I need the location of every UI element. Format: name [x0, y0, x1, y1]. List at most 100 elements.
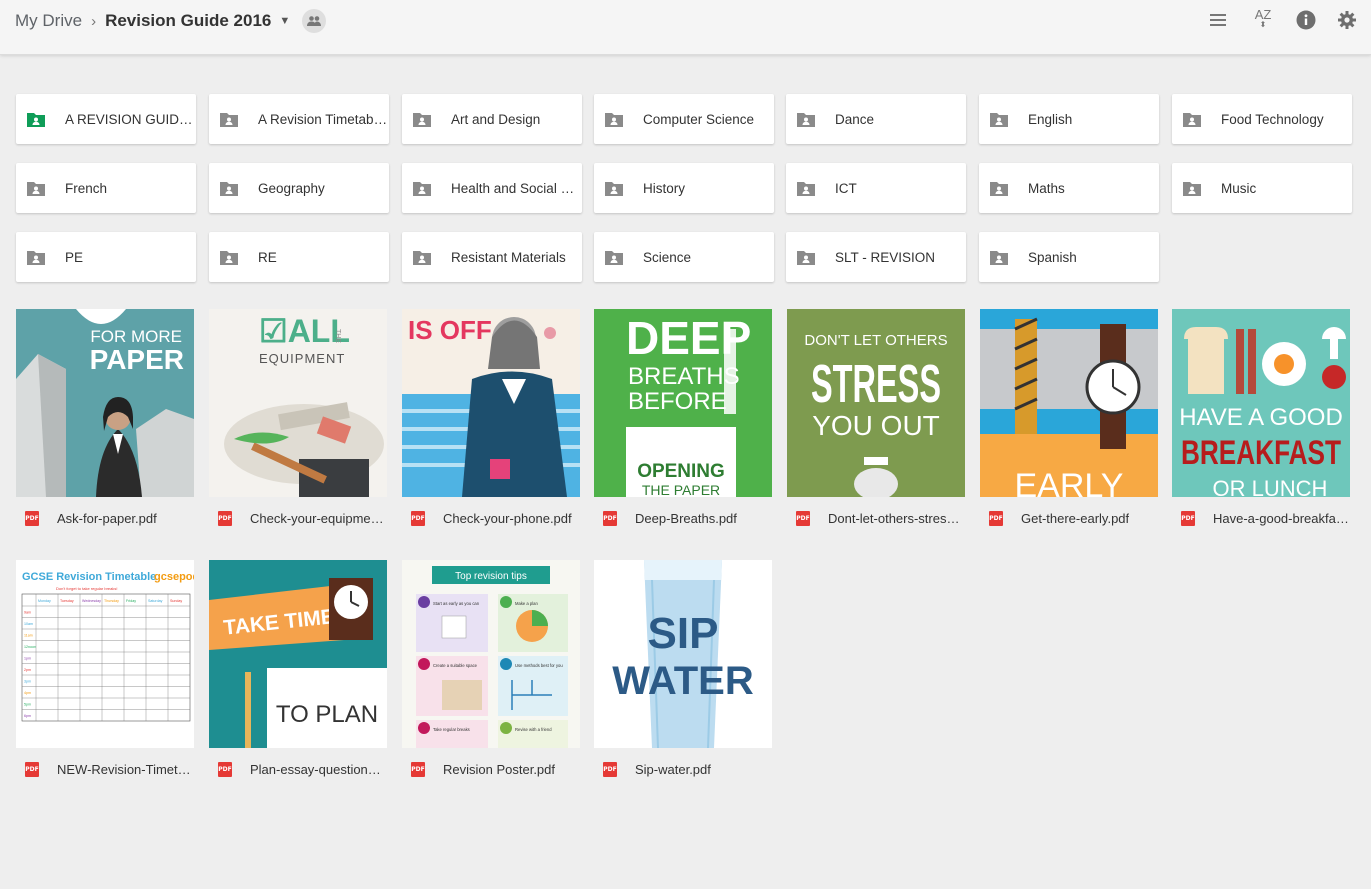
file-thumbnail: GCSE Revision Timetable Don't forget to …: [16, 560, 194, 748]
file-item[interactable]: FOR MORE PAPER PDF Ask-for-paper.pdf: [16, 309, 194, 551]
folder-item[interactable]: Dance: [786, 94, 966, 144]
shared-folder-icon: [27, 113, 45, 127]
folder-item[interactable]: A Revision Timetable...: [209, 94, 389, 144]
file-item[interactable]: EARLY PDF Get-there-early.pdf: [980, 309, 1158, 551]
file-name: Dont-let-others-stress-y...: [828, 510, 965, 526]
file-item[interactable]: TAKE TIME TO PLAN PDF Plan-essay-questio…: [209, 560, 387, 802]
file-item[interactable]: IS OFF PDF Check-your-phone.pdf: [402, 309, 580, 551]
sort-arrow-icon: ⬍: [1259, 20, 1267, 29]
file-item[interactable]: ☑ALL THE EQUIPMENT PDF Check-your-equipm…: [209, 309, 387, 551]
file-item[interactable]: DON'T LET OTHERS STRESS YOU OUT PDF Dont…: [787, 309, 965, 551]
folder-label: English: [1028, 111, 1073, 127]
thumb-text: THE: [334, 329, 341, 343]
file-thumbnail: Top revision tips Start as early as you …: [402, 560, 580, 748]
timetable-time-label: 4pm: [24, 691, 31, 695]
folder-item[interactable]: ICT: [786, 163, 966, 213]
folder-item[interactable]: RE: [209, 232, 389, 282]
settings-icon[interactable]: [1333, 6, 1361, 34]
file-thumbnail: FOR MORE PAPER: [16, 309, 194, 497]
timetable-time-label: 2pm: [24, 668, 31, 672]
shared-folder-icon: [220, 113, 238, 127]
file-item[interactable]: Top revision tips Start as early as you …: [402, 560, 580, 802]
file-thumbnail: IS OFF: [402, 309, 580, 497]
folder-label: Spanish: [1028, 249, 1077, 265]
file-name: Check-your-equipment....: [250, 510, 387, 526]
info-icon[interactable]: [1292, 6, 1320, 34]
folder-item[interactable]: Food Technology: [1172, 94, 1352, 144]
folder-label: Health and Social Ca...: [451, 180, 582, 196]
thumb-text: OPENING: [637, 461, 725, 482]
thumb-text: BEFORE: [628, 388, 727, 415]
thumb-text: Use methods best for you: [515, 663, 563, 668]
folder-label: Computer Science: [643, 111, 755, 127]
folder-item[interactable]: SLT - REVISION: [786, 232, 966, 282]
shared-folder-icon: [413, 113, 431, 127]
folder-item[interactable]: Music: [1172, 163, 1352, 213]
file-item[interactable]: SIP WATER PDF Sip-water.pdf: [594, 560, 772, 802]
thumb-text: Revise with a friend: [515, 727, 552, 732]
sort-az-icon[interactable]: AZ ⬍: [1249, 6, 1277, 34]
file-name-row: PDF Check-your-phone.pdf: [402, 507, 580, 529]
file-item[interactable]: GCSE Revision Timetable Don't forget to …: [16, 560, 194, 802]
folder-item[interactable]: Resistant Materials: [402, 232, 582, 282]
file-name: Plan-essay-questions.p...: [250, 761, 387, 777]
folder-item[interactable]: A REVISION GUIDE F...: [16, 94, 196, 144]
shared-folder-icon: [990, 182, 1008, 196]
folder-item[interactable]: PE: [16, 232, 196, 282]
pdf-icon: PDF: [218, 761, 232, 777]
shared-people-icon[interactable]: [302, 9, 327, 33]
file-name: Revision Poster.pdf: [443, 761, 556, 777]
timetable-time-label: 9am: [24, 611, 31, 615]
list-view-icon[interactable]: [1204, 6, 1232, 34]
thumb-text: gcsepod: [154, 571, 194, 583]
folder-label: French: [65, 180, 108, 196]
folder-item[interactable]: Maths: [979, 163, 1159, 213]
file-name-row: PDF Have-a-good-breakfast....: [1172, 507, 1350, 529]
folder-item[interactable]: Geography: [209, 163, 389, 213]
folder-label: Dance: [835, 111, 875, 127]
timetable-day-label: Tuesday: [60, 599, 74, 603]
folder-item[interactable]: Science: [594, 232, 774, 282]
file-name: Deep-Breaths.pdf: [635, 510, 737, 526]
pdf-icon: PDF: [796, 510, 810, 526]
folder-item[interactable]: Health and Social Ca...: [402, 163, 582, 213]
pdf-icon: PDF: [603, 761, 617, 777]
folder-item[interactable]: Art and Design: [402, 94, 582, 144]
file-item[interactable]: HAVE A GOOD BREAKFAST OR LUNCH PDF Have-…: [1172, 309, 1350, 551]
shared-folder-icon: [413, 251, 431, 265]
shared-folder-icon: [1183, 182, 1201, 196]
breadcrumb-my-drive[interactable]: My Drive: [15, 11, 82, 31]
timetable-day-label: Thursday: [104, 599, 119, 603]
timetable-time-label: 1pm: [24, 657, 31, 661]
file-item[interactable]: DEEP BREATHS BEFORE OPENING THE PAPER PD…: [594, 309, 772, 551]
file-thumbnail: HAVE A GOOD BREAKFAST OR LUNCH: [1172, 309, 1350, 497]
chevron-down-icon[interactable]: ▼: [279, 15, 290, 27]
file-thumbnail: SIP WATER: [594, 560, 772, 748]
file-name-row: PDF Check-your-equipment....: [209, 507, 387, 529]
thumb-text: THE PAPER: [642, 482, 720, 497]
folder-item[interactable]: Computer Science: [594, 94, 774, 144]
timetable-day-label: Friday: [126, 599, 136, 603]
folder-label: Science: [643, 249, 692, 265]
folder-item[interactable]: English: [979, 94, 1159, 144]
shared-folder-icon: [990, 113, 1008, 127]
folder-label: Food Technology: [1221, 111, 1324, 127]
file-name: Sip-water.pdf: [635, 761, 711, 777]
folder-item[interactable]: Spanish: [979, 232, 1159, 282]
folder-item[interactable]: History: [594, 163, 774, 213]
thumb-text: EQUIPMENT: [259, 351, 345, 366]
thumb-text: HAVE A GOOD: [1179, 404, 1343, 431]
timetable-day-label: Monday: [38, 599, 51, 603]
top-bar: My Drive › Revision Guide 2016 ▼ AZ ⬍: [0, 0, 1371, 55]
thumb-text: Create a suitable space: [433, 663, 478, 668]
breadcrumb-current-folder[interactable]: Revision Guide 2016: [105, 11, 271, 31]
pdf-icon: PDF: [1181, 510, 1195, 526]
folder-item[interactable]: French: [16, 163, 196, 213]
file-name-row: PDF Get-there-early.pdf: [980, 507, 1158, 529]
timetable-day-label: Saturday: [148, 599, 163, 603]
shared-folder-icon: [797, 251, 815, 265]
folder-label: Geography: [258, 180, 325, 196]
thumb-text: EARLY: [1015, 467, 1124, 497]
timetable-time-label: 5pm: [24, 703, 31, 707]
sort-label: AZ: [1254, 7, 1272, 22]
